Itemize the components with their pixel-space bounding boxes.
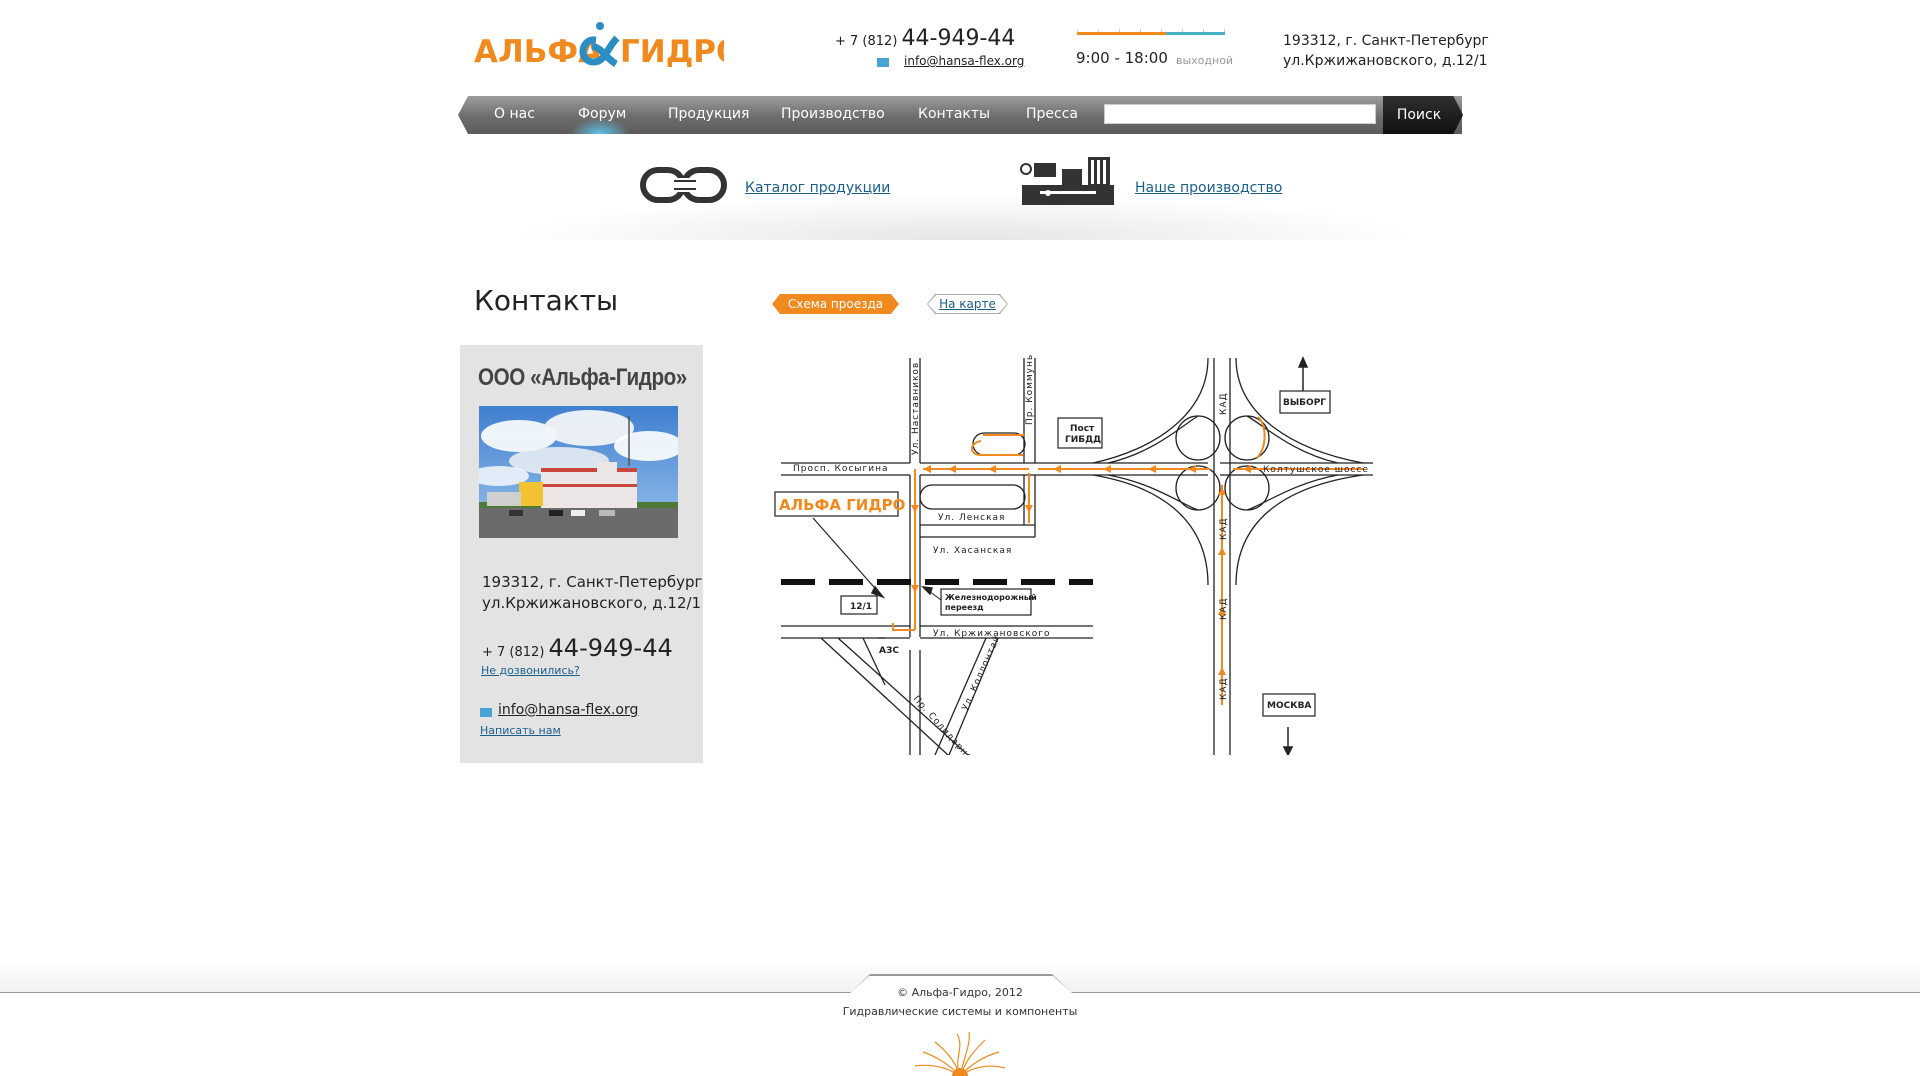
day-off-label: выходной [1176, 54, 1234, 67]
hours-indicator-bar [1077, 29, 1225, 35]
cant-call-link[interactable]: Не дозвонились? [481, 664, 580, 677]
street-kollontai: Ул. Коллонтай [961, 634, 1003, 712]
street-kad-2: КАД [1219, 517, 1229, 540]
card-address-line2: ул.Кржижановского, д.12/1 [482, 594, 702, 612]
search-input[interactable] [1104, 104, 1376, 124]
street-kosygina: Просп. Косыгина [793, 464, 888, 474]
scheme-vyborg-label: ВЫБОРГ [1283, 398, 1326, 408]
header-address-line1: 193312, г. Санкт-Петербург [1283, 33, 1489, 49]
scheme-post-label-2: ГИБДД [1065, 435, 1101, 445]
quick-links-shadow [470, 190, 1460, 240]
catalog-link[interactable]: Каталог продукции [745, 180, 890, 196]
nav-item-forum[interactable]: Форум [578, 106, 626, 122]
route-scheme-map: Пост ГИБДД ВЫБОРГ МОСКВА 12/1 АЗС Железн… [773, 352, 1373, 777]
street-lenskaya: Ул. Ленская [938, 513, 1005, 523]
scheme-post-label-1: Пост [1070, 424, 1095, 434]
scheme-rail-label-1: Железнодорожный [945, 593, 1037, 602]
site-logo[interactable]: АЛЬФА ГИДРО [474, 18, 742, 72]
office-building-photo [479, 406, 678, 538]
nav-item-contacts[interactable]: Контакты [918, 106, 990, 122]
sun-emblem-icon [905, 1030, 1015, 1076]
header-phone: + 7 (812) 44-949-44 [835, 26, 1015, 51]
nav-item-about[interactable]: О нас [494, 106, 535, 122]
street-kad-1: КАД [1219, 392, 1229, 415]
scheme-rail-label-2: переезд [945, 603, 984, 612]
card-phone-prefix: + 7 (812) [482, 645, 545, 660]
logo-text-right: ГИДРО [620, 34, 724, 70]
card-phone: + 7 (812) 44-949-44 [482, 634, 673, 662]
company-name: ООО «Альфа-Гидро» [478, 364, 687, 391]
nav-item-press[interactable]: Пресса [1026, 106, 1078, 122]
working-hours: 9:00 - 18:00 [1076, 49, 1168, 67]
tab-route-scheme[interactable]: Схема проезда [772, 294, 899, 314]
scheme-logo-label: АЛЬФА ГИДРО [779, 496, 905, 514]
card-phone-number: 44-949-44 [548, 634, 673, 662]
write-us-link[interactable]: Написать нам [480, 724, 561, 737]
scheme-moskva-label: МОСКВА [1267, 701, 1311, 711]
scheme-azs-label: АЗС [879, 646, 899, 656]
header-phone-number: 44-949-44 [901, 26, 1016, 51]
page-title: Контакты [474, 284, 619, 317]
card-address: 193312, г. Санкт-Петербург ул.Кржижановс… [482, 572, 702, 614]
search-button[interactable]: Поиск [1383, 96, 1463, 134]
street-kad-4: КАД [1219, 677, 1229, 700]
card-address-line1: 193312, г. Санкт-Петербург [482, 573, 703, 591]
header-phone-prefix: + 7 (812) [835, 34, 898, 49]
header-email-link[interactable]: info@hansa-flex.org [904, 54, 1024, 68]
production-link[interactable]: Наше производство [1135, 180, 1282, 196]
header-address: 193312, г. Санкт-Петербург ул.Кржижановс… [1283, 31, 1489, 71]
card-mail-icon [480, 708, 492, 717]
card-email-link[interactable]: info@hansa-flex.org [498, 702, 638, 718]
street-kad-3: КАД [1219, 597, 1229, 620]
nav-item-products[interactable]: Продукция [668, 106, 749, 122]
street-kommuny: Пр. Коммуны [1025, 355, 1035, 425]
scheme-house-label: 12/1 [850, 602, 872, 612]
tab-on-map[interactable]: На карте [928, 295, 1007, 313]
footer-copyright: © Альфа-Гидро, 2012 [897, 986, 1023, 999]
nav-item-production[interactable]: Производство [781, 106, 885, 122]
footer-subtitle: Гидравлические системы и компоненты [842, 1005, 1078, 1018]
header-address-line2: ул.Кржижановского, д.12/1 [1283, 53, 1488, 69]
hose-fitting-icon [640, 164, 730, 206]
street-khasanskaya: Ул. Хасанская [933, 546, 1012, 556]
mail-icon [877, 58, 889, 67]
street-koltushskoe: Колтушское шоссе [1263, 465, 1369, 475]
factory-machine-icon [1020, 155, 1116, 207]
street-nastavnikov: Ул. Наставников [911, 362, 921, 455]
